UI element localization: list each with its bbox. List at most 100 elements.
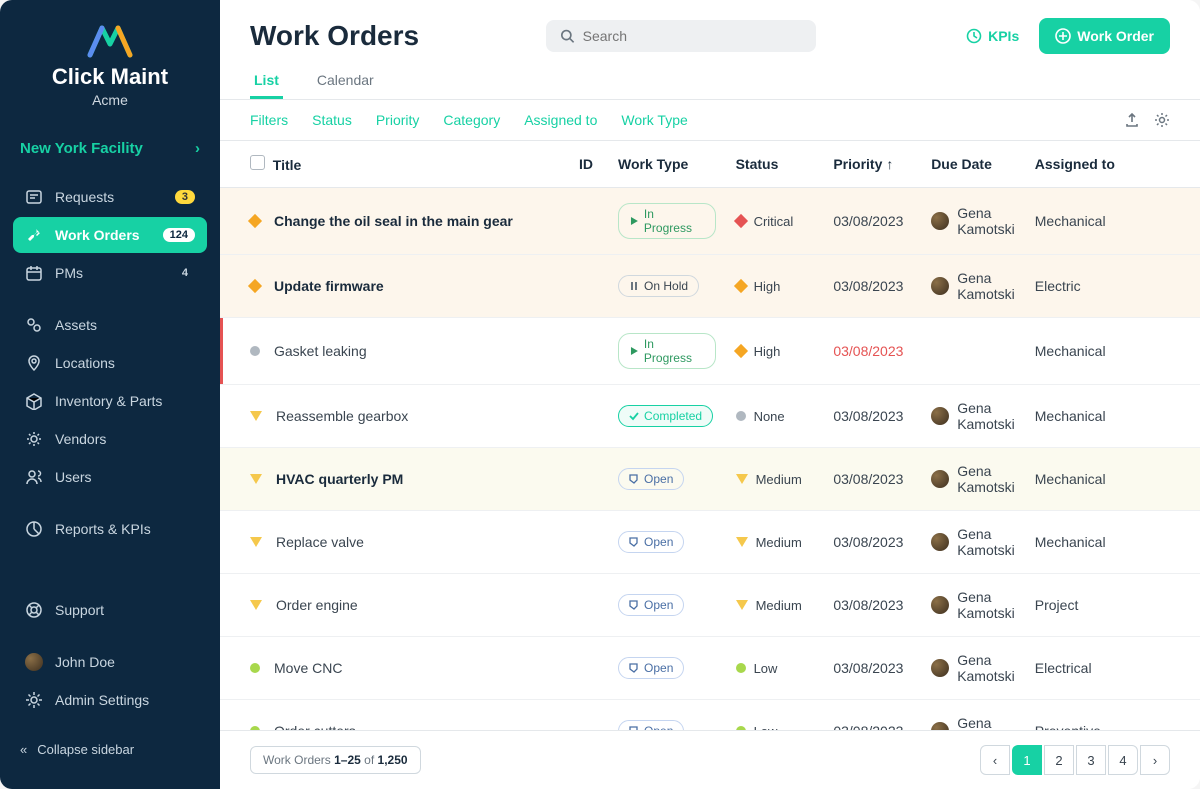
location-icon xyxy=(25,354,43,372)
row-title: Order cutters xyxy=(274,723,356,730)
table-row[interactable]: Order engine OpenMedium03/08/2023Gena Ka… xyxy=(220,574,1200,637)
plus-icon xyxy=(1055,28,1071,44)
nav-users[interactable]: Users xyxy=(13,459,207,495)
table-row[interactable]: Gasket leaking In ProgressHigh03/08/2023… xyxy=(220,318,1200,385)
page-2[interactable]: 2 xyxy=(1044,745,1074,775)
col-id[interactable]: ID xyxy=(569,141,608,188)
nav-admin[interactable]: Admin Settings xyxy=(13,682,207,718)
row-title: Gasket leaking xyxy=(274,343,367,359)
nav-support[interactable]: Support xyxy=(13,592,207,628)
col-title[interactable]: Title xyxy=(273,157,302,173)
avatar-icon xyxy=(931,407,949,425)
col-priority[interactable]: Priority xyxy=(833,156,882,172)
nav-requests[interactable]: Requests 3 xyxy=(13,179,207,215)
page-title: Work Orders xyxy=(250,20,419,52)
wrench-icon xyxy=(25,226,43,244)
row-title: Update firmware xyxy=(274,278,384,294)
col-status[interactable]: Status xyxy=(726,141,824,188)
record-count: Work Orders 1–25 of 1,250 xyxy=(250,746,421,774)
col-assigned-to[interactable]: Assigned to xyxy=(1025,141,1142,188)
avatar-icon xyxy=(931,277,949,295)
export-icon[interactable] xyxy=(1124,112,1140,128)
filter-priority[interactable]: Priority xyxy=(376,112,420,128)
due-date: 03/08/2023 xyxy=(833,471,903,487)
logo: Click Maint Acme xyxy=(0,20,220,128)
select-all-checkbox[interactable] xyxy=(250,155,265,170)
chevron-right-icon: › xyxy=(195,140,200,157)
page-next[interactable]: › xyxy=(1140,745,1170,775)
kpis-link[interactable]: KPIs xyxy=(966,28,1019,44)
settings-icon[interactable] xyxy=(1154,112,1170,128)
page-1[interactable]: 1 xyxy=(1012,745,1042,775)
sidebar: Click Maint Acme New York Facility › Req… xyxy=(0,0,220,789)
avatar-icon xyxy=(931,659,949,677)
work-type-cell: Electrical xyxy=(1025,637,1142,700)
nav-reports[interactable]: Reports & KPIs xyxy=(13,511,207,547)
table-row[interactable]: Order cutters OpenLow03/08/2023Gena Kamo… xyxy=(220,700,1200,731)
due-date: 03/08/2023 xyxy=(833,660,903,676)
due-date: 03/08/2023 xyxy=(833,213,903,229)
assets-icon xyxy=(25,316,43,334)
collapse-sidebar[interactable]: « Collapse sidebar xyxy=(0,730,220,769)
priority-cell: Medium xyxy=(736,472,814,487)
facility-selector[interactable]: New York Facility › xyxy=(0,128,220,169)
priority-cell: Critical xyxy=(736,214,814,229)
table-row[interactable]: Reassemble gearbox CompletedNone03/08/20… xyxy=(220,385,1200,448)
search-icon xyxy=(560,28,575,44)
filter-category[interactable]: Category xyxy=(443,112,500,128)
work-type-cell: Mechanical xyxy=(1025,318,1142,385)
pms-badge: 4 xyxy=(175,266,195,280)
avatar-icon xyxy=(931,596,949,614)
tab-calendar[interactable]: Calendar xyxy=(313,64,378,99)
filter-work-type[interactable]: Work Type xyxy=(621,112,687,128)
box-icon xyxy=(25,392,43,410)
page-prev[interactable]: ‹ xyxy=(980,745,1010,775)
requests-icon xyxy=(25,188,43,206)
page-4[interactable]: 4 xyxy=(1108,745,1138,775)
table-row[interactable]: Move CNC OpenLow03/08/2023Gena KamotskiE… xyxy=(220,637,1200,700)
table-row[interactable]: HVAC quarterly PM OpenMedium03/08/2023Ge… xyxy=(220,448,1200,511)
due-date: 03/08/2023 xyxy=(833,597,903,613)
facility-label: New York Facility xyxy=(20,140,143,157)
assignee: Gena Kamotski xyxy=(931,652,1015,684)
row-title: Order engine xyxy=(276,597,358,613)
nav-profile[interactable]: John Doe xyxy=(13,644,207,680)
new-work-order-button[interactable]: Work Order xyxy=(1039,18,1170,54)
due-date: 03/08/2023 xyxy=(833,723,903,730)
nav-pms[interactable]: PMs 4 xyxy=(13,255,207,291)
filter-filters[interactable]: Filters xyxy=(250,112,288,128)
nav-assets[interactable]: Assets xyxy=(13,307,207,343)
avatar-icon xyxy=(931,212,949,230)
table-row[interactable]: Change the oil seal in the main gear In … xyxy=(220,188,1200,255)
work-type-cell: Project xyxy=(1025,574,1142,637)
brand-name: Click Maint xyxy=(52,64,168,90)
nav-inventory[interactable]: Inventory & Parts xyxy=(13,383,207,419)
search-field[interactable] xyxy=(583,28,802,44)
nav-vendors[interactable]: Vendors xyxy=(13,421,207,457)
filter-status[interactable]: Status xyxy=(312,112,352,128)
col-due-date[interactable]: Due Date xyxy=(921,141,1025,188)
assignee: Gena Kamotski xyxy=(931,205,1015,237)
avatar-icon xyxy=(931,533,949,551)
work-type-cell: Mechanical xyxy=(1025,385,1142,448)
tenant-name: Acme xyxy=(92,92,128,108)
table-row[interactable]: Update firmware On HoldHigh03/08/2023Gen… xyxy=(220,255,1200,318)
status-pill: Open xyxy=(618,657,684,679)
work-type-cell: Mechanical xyxy=(1025,448,1142,511)
vendors-icon xyxy=(25,430,43,448)
avatar-icon xyxy=(931,470,949,488)
priority-cell: Low xyxy=(736,661,814,676)
nav-locations[interactable]: Locations xyxy=(13,345,207,381)
table-row[interactable]: Replace valve OpenMedium03/08/2023Gena K… xyxy=(220,511,1200,574)
status-pill: On Hold xyxy=(618,275,699,297)
search-input[interactable] xyxy=(546,20,816,52)
calendar-icon xyxy=(25,264,43,282)
page-3[interactable]: 3 xyxy=(1076,745,1106,775)
nav-work-orders[interactable]: Work Orders 124 xyxy=(13,217,207,253)
filter-assigned-to[interactable]: Assigned to xyxy=(524,112,597,128)
status-pill: Open xyxy=(618,720,684,730)
tab-list[interactable]: List xyxy=(250,64,283,99)
assignee: Gena Kamotski xyxy=(931,463,1015,495)
due-date: 03/08/2023 xyxy=(833,343,903,359)
clock-icon xyxy=(966,28,982,44)
